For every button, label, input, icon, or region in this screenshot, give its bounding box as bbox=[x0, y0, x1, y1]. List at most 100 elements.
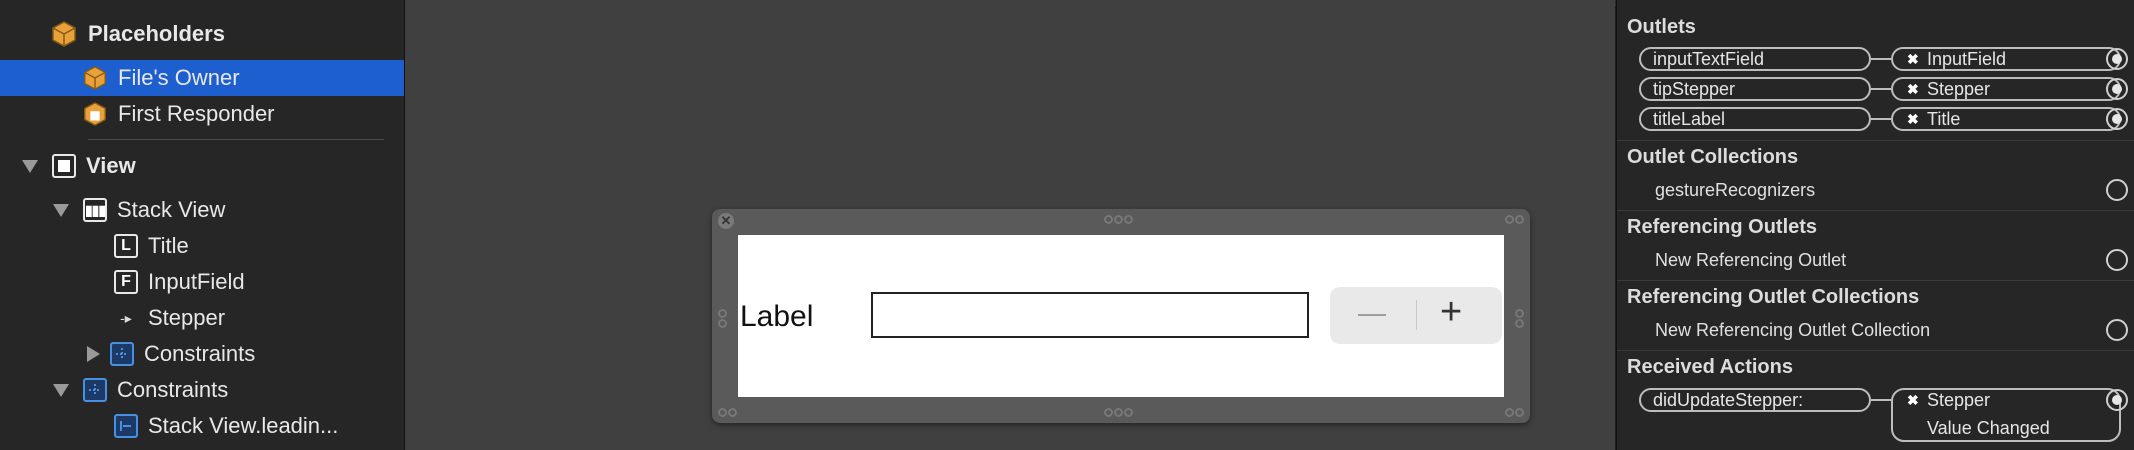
minus-icon[interactable]: — bbox=[1358, 297, 1386, 329]
resize-handle[interactable] bbox=[1505, 215, 1514, 224]
constraints-label: Constraints bbox=[117, 377, 229, 402]
referencing-collections-heading: Referencing Outlet Collections bbox=[1627, 286, 1920, 308]
outline-item-inputfield[interactable]: F InputField bbox=[0, 264, 404, 300]
section-divider bbox=[1617, 280, 2134, 281]
input-field-preview[interactable] bbox=[871, 292, 1309, 338]
title-label: Title bbox=[148, 233, 189, 258]
outline-item-constraints-inner[interactable]: Constraints bbox=[0, 336, 404, 372]
received-actions-heading: Received Actions bbox=[1627, 356, 1793, 378]
connection-line bbox=[1871, 118, 1891, 120]
outlet-target-pill[interactable]: ✖ InputField bbox=[1891, 47, 2121, 71]
resize-handle[interactable] bbox=[1505, 408, 1514, 417]
resize-handle[interactable] bbox=[718, 408, 727, 417]
disclosure-triangle-icon[interactable] bbox=[53, 383, 69, 397]
referencing-outlets-heading: Referencing Outlets bbox=[1627, 216, 1818, 238]
disclosure-triangle-icon[interactable] bbox=[87, 346, 100, 362]
cube-icon bbox=[84, 66, 106, 90]
outlet-name-pill[interactable]: inputTextField bbox=[1639, 47, 1871, 71]
files-owner-label: File's Owner bbox=[118, 65, 240, 90]
resize-handle[interactable] bbox=[1114, 215, 1123, 224]
new-referencing-outlet-label: New Referencing Outlet bbox=[1655, 250, 1847, 270]
connection-line bbox=[1871, 88, 1891, 90]
disclosure-triangle-icon[interactable] bbox=[53, 203, 69, 217]
connected-circle-icon[interactable] bbox=[2106, 389, 2128, 411]
outline-item-constraint[interactable]: Stack View.leadin... bbox=[0, 408, 404, 444]
connection-line bbox=[1871, 399, 1891, 401]
outlet-target-label: Stepper bbox=[1927, 78, 1991, 99]
constraints-icon bbox=[83, 378, 107, 402]
outline-item-constraints[interactable]: Constraints bbox=[0, 372, 404, 408]
resize-handle[interactable] bbox=[1515, 408, 1524, 417]
connected-circle-icon[interactable] bbox=[2106, 108, 2128, 130]
outline-item-first-responder[interactable]: First Responder bbox=[0, 96, 404, 132]
section-divider bbox=[1617, 140, 2134, 141]
disconnect-icon[interactable]: ✖ bbox=[1907, 51, 1919, 68]
connection-circle-icon[interactable] bbox=[2106, 319, 2128, 341]
disclosure-triangle-icon[interactable] bbox=[22, 159, 38, 173]
resize-handle[interactable] bbox=[718, 319, 727, 328]
outlet-target-label: Title bbox=[1927, 108, 1961, 129]
outlet-collections-heading: Outlet Collections bbox=[1627, 146, 1799, 168]
disconnect-icon[interactable]: ✖ bbox=[1907, 81, 1919, 98]
outline-item-title[interactable]: L Title bbox=[0, 228, 404, 264]
outlet-name-pill[interactable]: tipStepper bbox=[1639, 77, 1871, 101]
outline-item-files-owner[interactable]: File's Owner bbox=[0, 60, 404, 96]
plus-icon[interactable]: + bbox=[1440, 291, 1462, 334]
first-responder-icon bbox=[84, 102, 106, 126]
connections-inspector: Outlets inputTextField ✖ InputField tipS… bbox=[1616, 0, 2134, 450]
action-target-pill[interactable]: ✖ Stepper Value Changed bbox=[1891, 388, 2121, 442]
action-event-label: Value Changed bbox=[1927, 418, 2050, 438]
connection-circle-icon[interactable] bbox=[2106, 179, 2128, 201]
connected-circle-icon[interactable] bbox=[2106, 78, 2128, 100]
constraint-icon bbox=[114, 414, 138, 438]
document-outline: Placeholders File's Owner First Responde… bbox=[0, 0, 405, 450]
outline-item-stepper[interactable]: -▸ Stepper bbox=[0, 300, 404, 336]
title-label-preview[interactable]: Label bbox=[740, 300, 813, 334]
outline-item-view[interactable]: View bbox=[0, 148, 404, 184]
connected-circle-icon[interactable] bbox=[2106, 48, 2128, 70]
outline-item-stack-view[interactable]: ▮▮▮ Stack View bbox=[0, 192, 404, 228]
view-label: View bbox=[86, 153, 136, 178]
new-referencing-collection-label: New Referencing Outlet Collection bbox=[1655, 320, 1931, 340]
first-responder-label: First Responder bbox=[118, 101, 275, 126]
resize-handle[interactable] bbox=[718, 309, 727, 318]
action-name-pill[interactable]: didUpdateStepper: bbox=[1639, 388, 1871, 412]
connection-circle-icon[interactable] bbox=[2106, 249, 2128, 271]
stepper-divider bbox=[1416, 300, 1417, 330]
view-icon bbox=[52, 154, 76, 178]
outlet-target-label: InputField bbox=[1927, 48, 2007, 69]
stack-view-label: Stack View bbox=[117, 197, 226, 222]
section-divider bbox=[1617, 210, 2134, 211]
inputfield-label: InputField bbox=[148, 269, 245, 294]
resize-handle[interactable] bbox=[1515, 319, 1524, 328]
stepper-icon: -▸ bbox=[120, 309, 132, 326]
close-icon[interactable]: ✕ bbox=[718, 213, 734, 229]
stepper-preview[interactable]: — + bbox=[1330, 287, 1502, 344]
resize-handle[interactable] bbox=[1104, 215, 1113, 224]
constraint-label: Stack View.leadin... bbox=[148, 413, 339, 438]
placeholders-header[interactable]: Placeholders bbox=[0, 16, 404, 52]
gesture-recognizers-label: gestureRecognizers bbox=[1655, 180, 1816, 200]
placeholders-label: Placeholders bbox=[88, 21, 225, 46]
resize-handle[interactable] bbox=[1114, 408, 1123, 417]
resize-handle[interactable] bbox=[728, 408, 737, 417]
disconnect-icon[interactable]: ✖ bbox=[1907, 392, 1919, 409]
resize-handle[interactable] bbox=[1124, 408, 1133, 417]
divider bbox=[88, 139, 384, 140]
outlet-target-pill[interactable]: ✖ Title bbox=[1891, 107, 2121, 131]
stack-view-icon: ▮▮▮ bbox=[83, 198, 107, 222]
outlet-target-pill[interactable]: ✖ Stepper bbox=[1891, 77, 2121, 101]
section-divider bbox=[1617, 350, 2134, 351]
cube-icon bbox=[52, 21, 76, 47]
label-icon: L bbox=[114, 234, 138, 258]
stepper-label: Stepper bbox=[148, 305, 226, 330]
constraints-inner-label: Constraints bbox=[144, 341, 256, 366]
disconnect-icon[interactable]: ✖ bbox=[1907, 111, 1919, 128]
resize-handle[interactable] bbox=[1124, 215, 1133, 224]
resize-handle[interactable] bbox=[1515, 215, 1524, 224]
outlets-heading: Outlets bbox=[1627, 16, 1696, 38]
resize-handle[interactable] bbox=[1515, 309, 1524, 318]
constraints-icon bbox=[110, 342, 134, 366]
outlet-name-pill[interactable]: titleLabel bbox=[1639, 107, 1871, 131]
resize-handle[interactable] bbox=[1104, 408, 1113, 417]
